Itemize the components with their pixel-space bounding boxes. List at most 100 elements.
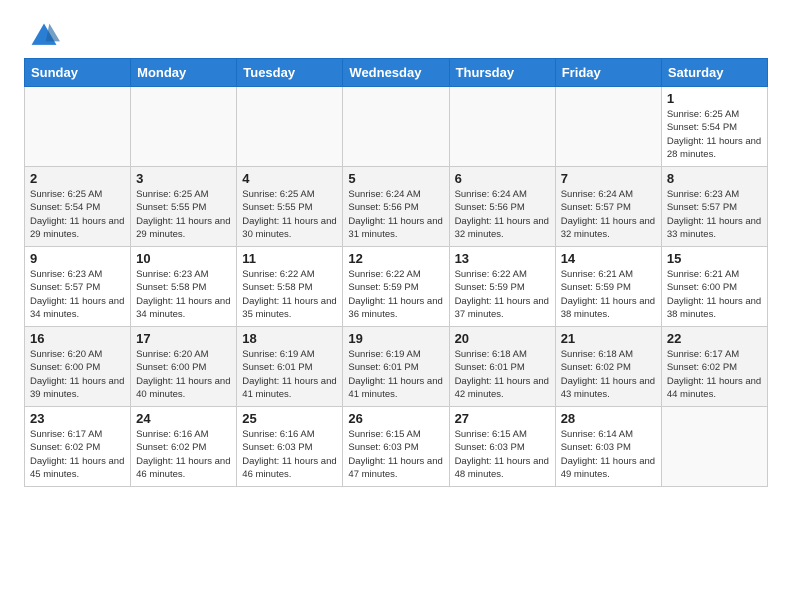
calendar-cell bbox=[343, 87, 449, 167]
day-info: Sunrise: 6:18 AM Sunset: 6:02 PM Dayligh… bbox=[561, 348, 656, 401]
day-number: 11 bbox=[242, 251, 337, 266]
calendar-cell bbox=[661, 407, 767, 487]
calendar-cell bbox=[237, 87, 343, 167]
calendar-header-friday: Friday bbox=[555, 59, 661, 87]
day-number: 2 bbox=[30, 171, 125, 186]
calendar-cell: 11 Sunrise: 6:22 AM Sunset: 5:58 PM Dayli… bbox=[237, 247, 343, 327]
day-info: Sunrise: 6:15 AM Sunset: 6:03 PM Dayligh… bbox=[455, 428, 550, 481]
day-info: Sunrise: 6:20 AM Sunset: 6:00 PM Dayligh… bbox=[136, 348, 231, 401]
day-info: Sunrise: 6:19 AM Sunset: 6:01 PM Dayligh… bbox=[348, 348, 443, 401]
day-info: Sunrise: 6:16 AM Sunset: 6:02 PM Dayligh… bbox=[136, 428, 231, 481]
calendar-cell: 4 Sunrise: 6:25 AM Sunset: 5:55 PM Daylig… bbox=[237, 167, 343, 247]
day-number: 6 bbox=[455, 171, 550, 186]
calendar-cell: 15 Sunrise: 6:21 AM Sunset: 6:00 PM Dayli… bbox=[661, 247, 767, 327]
day-info: Sunrise: 6:20 AM Sunset: 6:00 PM Dayligh… bbox=[30, 348, 125, 401]
calendar-cell: 8 Sunrise: 6:23 AM Sunset: 5:57 PM Daylig… bbox=[661, 167, 767, 247]
day-number: 10 bbox=[136, 251, 231, 266]
calendar-cell: 14 Sunrise: 6:21 AM Sunset: 5:59 PM Dayli… bbox=[555, 247, 661, 327]
calendar-cell: 17 Sunrise: 6:20 AM Sunset: 6:00 PM Dayli… bbox=[131, 327, 237, 407]
day-number: 21 bbox=[561, 331, 656, 346]
day-info: Sunrise: 6:23 AM Sunset: 5:57 PM Dayligh… bbox=[667, 188, 762, 241]
calendar: SundayMondayTuesdayWednesdayThursdayFrid… bbox=[24, 58, 768, 487]
day-info: Sunrise: 6:18 AM Sunset: 6:01 PM Dayligh… bbox=[455, 348, 550, 401]
calendar-week-row: 1 Sunrise: 6:25 AM Sunset: 5:54 PM Daylig… bbox=[25, 87, 768, 167]
day-number: 25 bbox=[242, 411, 337, 426]
day-number: 23 bbox=[30, 411, 125, 426]
calendar-cell: 6 Sunrise: 6:24 AM Sunset: 5:56 PM Daylig… bbox=[449, 167, 555, 247]
calendar-cell: 7 Sunrise: 6:24 AM Sunset: 5:57 PM Daylig… bbox=[555, 167, 661, 247]
day-info: Sunrise: 6:16 AM Sunset: 6:03 PM Dayligh… bbox=[242, 428, 337, 481]
day-info: Sunrise: 6:22 AM Sunset: 5:59 PM Dayligh… bbox=[455, 268, 550, 321]
day-number: 20 bbox=[455, 331, 550, 346]
calendar-cell: 23 Sunrise: 6:17 AM Sunset: 6:02 PM Dayli… bbox=[25, 407, 131, 487]
day-number: 26 bbox=[348, 411, 443, 426]
calendar-cell: 10 Sunrise: 6:23 AM Sunset: 5:58 PM Dayli… bbox=[131, 247, 237, 327]
calendar-header-saturday: Saturday bbox=[661, 59, 767, 87]
calendar-cell bbox=[555, 87, 661, 167]
calendar-cell: 13 Sunrise: 6:22 AM Sunset: 5:59 PM Dayli… bbox=[449, 247, 555, 327]
day-info: Sunrise: 6:23 AM Sunset: 5:58 PM Dayligh… bbox=[136, 268, 231, 321]
day-number: 9 bbox=[30, 251, 125, 266]
calendar-cell: 12 Sunrise: 6:22 AM Sunset: 5:59 PM Dayli… bbox=[343, 247, 449, 327]
calendar-cell bbox=[449, 87, 555, 167]
day-number: 22 bbox=[667, 331, 762, 346]
calendar-header-wednesday: Wednesday bbox=[343, 59, 449, 87]
day-number: 28 bbox=[561, 411, 656, 426]
calendar-cell: 2 Sunrise: 6:25 AM Sunset: 5:54 PM Daylig… bbox=[25, 167, 131, 247]
day-number: 13 bbox=[455, 251, 550, 266]
day-info: Sunrise: 6:25 AM Sunset: 5:55 PM Dayligh… bbox=[242, 188, 337, 241]
day-info: Sunrise: 6:25 AM Sunset: 5:54 PM Dayligh… bbox=[30, 188, 125, 241]
calendar-header-row: SundayMondayTuesdayWednesdayThursdayFrid… bbox=[25, 59, 768, 87]
calendar-cell: 27 Sunrise: 6:15 AM Sunset: 6:03 PM Dayli… bbox=[449, 407, 555, 487]
calendar-cell: 9 Sunrise: 6:23 AM Sunset: 5:57 PM Daylig… bbox=[25, 247, 131, 327]
day-info: Sunrise: 6:24 AM Sunset: 5:56 PM Dayligh… bbox=[348, 188, 443, 241]
day-number: 15 bbox=[667, 251, 762, 266]
calendar-header-sunday: Sunday bbox=[25, 59, 131, 87]
calendar-cell: 22 Sunrise: 6:17 AM Sunset: 6:02 PM Dayli… bbox=[661, 327, 767, 407]
day-info: Sunrise: 6:24 AM Sunset: 5:57 PM Dayligh… bbox=[561, 188, 656, 241]
day-number: 7 bbox=[561, 171, 656, 186]
day-info: Sunrise: 6:17 AM Sunset: 6:02 PM Dayligh… bbox=[667, 348, 762, 401]
day-number: 4 bbox=[242, 171, 337, 186]
calendar-cell: 24 Sunrise: 6:16 AM Sunset: 6:02 PM Dayli… bbox=[131, 407, 237, 487]
day-number: 3 bbox=[136, 171, 231, 186]
logo bbox=[24, 20, 60, 48]
calendar-header-thursday: Thursday bbox=[449, 59, 555, 87]
day-info: Sunrise: 6:14 AM Sunset: 6:03 PM Dayligh… bbox=[561, 428, 656, 481]
day-number: 12 bbox=[348, 251, 443, 266]
calendar-week-row: 23 Sunrise: 6:17 AM Sunset: 6:02 PM Dayli… bbox=[25, 407, 768, 487]
calendar-cell: 21 Sunrise: 6:18 AM Sunset: 6:02 PM Dayli… bbox=[555, 327, 661, 407]
day-info: Sunrise: 6:23 AM Sunset: 5:57 PM Dayligh… bbox=[30, 268, 125, 321]
calendar-week-row: 2 Sunrise: 6:25 AM Sunset: 5:54 PM Daylig… bbox=[25, 167, 768, 247]
day-number: 5 bbox=[348, 171, 443, 186]
day-info: Sunrise: 6:21 AM Sunset: 5:59 PM Dayligh… bbox=[561, 268, 656, 321]
day-number: 19 bbox=[348, 331, 443, 346]
calendar-header-tuesday: Tuesday bbox=[237, 59, 343, 87]
calendar-cell: 16 Sunrise: 6:20 AM Sunset: 6:00 PM Dayli… bbox=[25, 327, 131, 407]
day-number: 27 bbox=[455, 411, 550, 426]
day-info: Sunrise: 6:17 AM Sunset: 6:02 PM Dayligh… bbox=[30, 428, 125, 481]
day-info: Sunrise: 6:24 AM Sunset: 5:56 PM Dayligh… bbox=[455, 188, 550, 241]
day-info: Sunrise: 6:25 AM Sunset: 5:55 PM Dayligh… bbox=[136, 188, 231, 241]
calendar-week-row: 16 Sunrise: 6:20 AM Sunset: 6:00 PM Dayli… bbox=[25, 327, 768, 407]
calendar-cell bbox=[131, 87, 237, 167]
day-number: 24 bbox=[136, 411, 231, 426]
calendar-cell: 18Sunrise: 6:19 AM Sunset: 6:01 PM Dayli… bbox=[237, 327, 343, 407]
calendar-cell: 26Sunrise: 6:15 AM Sunset: 6:03 PM Dayli… bbox=[343, 407, 449, 487]
page: SundayMondayTuesdayWednesdayThursdayFrid… bbox=[0, 0, 792, 503]
day-info: Sunrise: 6:21 AM Sunset: 6:00 PM Dayligh… bbox=[667, 268, 762, 321]
calendar-cell: 3 Sunrise: 6:25 AM Sunset: 5:55 PM Daylig… bbox=[131, 167, 237, 247]
day-info: Sunrise: 6:22 AM Sunset: 5:58 PM Dayligh… bbox=[242, 268, 337, 321]
day-number: 1 bbox=[667, 91, 762, 106]
day-number: 14 bbox=[561, 251, 656, 266]
header bbox=[24, 20, 768, 48]
logo-icon bbox=[28, 20, 60, 52]
calendar-cell: 5 Sunrise: 6:24 AM Sunset: 5:56 PM Daylig… bbox=[343, 167, 449, 247]
calendar-week-row: 9 Sunrise: 6:23 AM Sunset: 5:57 PM Daylig… bbox=[25, 247, 768, 327]
day-info: Sunrise: 6:22 AM Sunset: 5:59 PM Dayligh… bbox=[348, 268, 443, 321]
day-number: 17 bbox=[136, 331, 231, 346]
day-number: 16 bbox=[30, 331, 125, 346]
day-number: 8 bbox=[667, 171, 762, 186]
day-info: Sunrise: 6:19 AM Sunset: 6:01 PM Dayligh… bbox=[242, 348, 337, 401]
day-info: Sunrise: 6:25 AM Sunset: 5:54 PM Dayligh… bbox=[667, 108, 762, 161]
